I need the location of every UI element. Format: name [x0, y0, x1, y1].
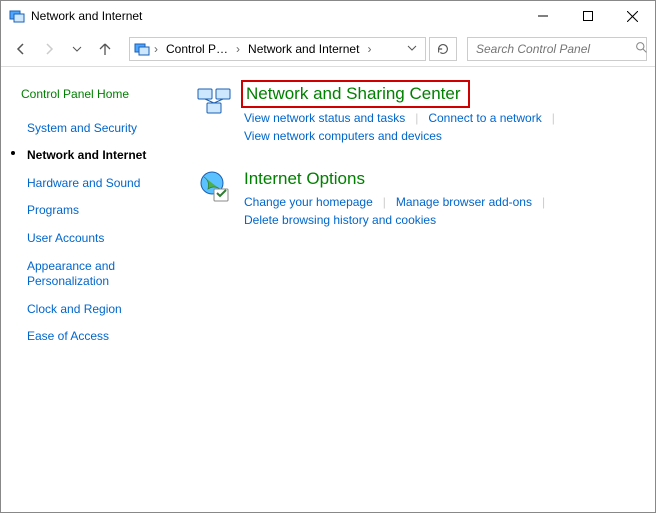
breadcrumb-network-internet[interactable]: Network and Internet [244, 42, 363, 56]
main-content: Network and Sharing Center View network … [196, 67, 655, 512]
chevron-right-icon[interactable]: › [152, 42, 160, 56]
divider: | [532, 195, 555, 209]
section-network-sharing: Network and Sharing Center View network … [196, 83, 635, 145]
search-icon[interactable] [635, 41, 648, 57]
manage-addons-link[interactable]: Manage browser add-ons [396, 193, 532, 211]
internet-options-link[interactable]: Internet Options [244, 169, 635, 189]
network-sharing-center-link[interactable]: Network and Sharing Center [244, 83, 467, 105]
refresh-button[interactable] [429, 37, 457, 61]
sidebar-control-panel-home[interactable]: Control Panel Home [21, 81, 186, 109]
chevron-right-icon[interactable]: › [365, 42, 373, 56]
sidebar-item-network-internet[interactable]: Network and Internet [21, 142, 186, 170]
divider: | [373, 195, 396, 209]
chevron-right-icon[interactable]: › [234, 42, 242, 56]
view-computers-devices-link[interactable]: View network computers and devices [244, 127, 442, 145]
search-box[interactable] [467, 37, 647, 61]
view-network-status-link[interactable]: View network status and tasks [244, 109, 405, 127]
divider: | [405, 111, 428, 125]
control-panel-icon [9, 8, 25, 24]
address-icon [134, 41, 150, 57]
close-button[interactable] [610, 1, 655, 31]
recent-dropdown[interactable] [65, 37, 89, 61]
internet-options-icon [196, 169, 232, 205]
delete-history-link[interactable]: Delete browsing history and cookies [244, 211, 436, 229]
search-input[interactable] [474, 41, 635, 57]
sidebar-item-hardware-sound[interactable]: Hardware and Sound [21, 170, 186, 198]
forward-button[interactable] [37, 37, 61, 61]
up-button[interactable] [93, 37, 117, 61]
network-sharing-icon [196, 83, 232, 119]
window-title: Network and Internet [31, 9, 142, 23]
sidebar-item-programs[interactable]: Programs [21, 197, 186, 225]
toolbar: › Control P… › Network and Internet › [1, 31, 655, 67]
body: Control Panel Home System and Security N… [1, 67, 655, 512]
sidebar-item-system-security[interactable]: System and Security [21, 115, 186, 143]
breadcrumb-control-panel[interactable]: Control P… [162, 42, 232, 56]
address-bar[interactable]: › Control P… › Network and Internet › [129, 37, 426, 61]
sidebar: Control Panel Home System and Security N… [1, 67, 196, 512]
change-homepage-link[interactable]: Change your homepage [244, 193, 373, 211]
sidebar-item-user-accounts[interactable]: User Accounts [21, 225, 186, 253]
address-dropdown-icon[interactable] [407, 42, 421, 56]
back-button[interactable] [9, 37, 33, 61]
sidebar-item-ease-of-access[interactable]: Ease of Access [21, 323, 186, 351]
divider: | [542, 111, 565, 125]
maximize-button[interactable] [565, 1, 610, 31]
sidebar-item-clock-region[interactable]: Clock and Region [21, 296, 186, 324]
section-internet-options: Internet Options Change your homepage | … [196, 169, 635, 229]
connect-network-link[interactable]: Connect to a network [428, 109, 541, 127]
sidebar-item-appearance[interactable]: Appearance and Personalization [21, 253, 186, 296]
titlebar: Network and Internet [1, 1, 655, 31]
minimize-button[interactable] [520, 1, 565, 31]
